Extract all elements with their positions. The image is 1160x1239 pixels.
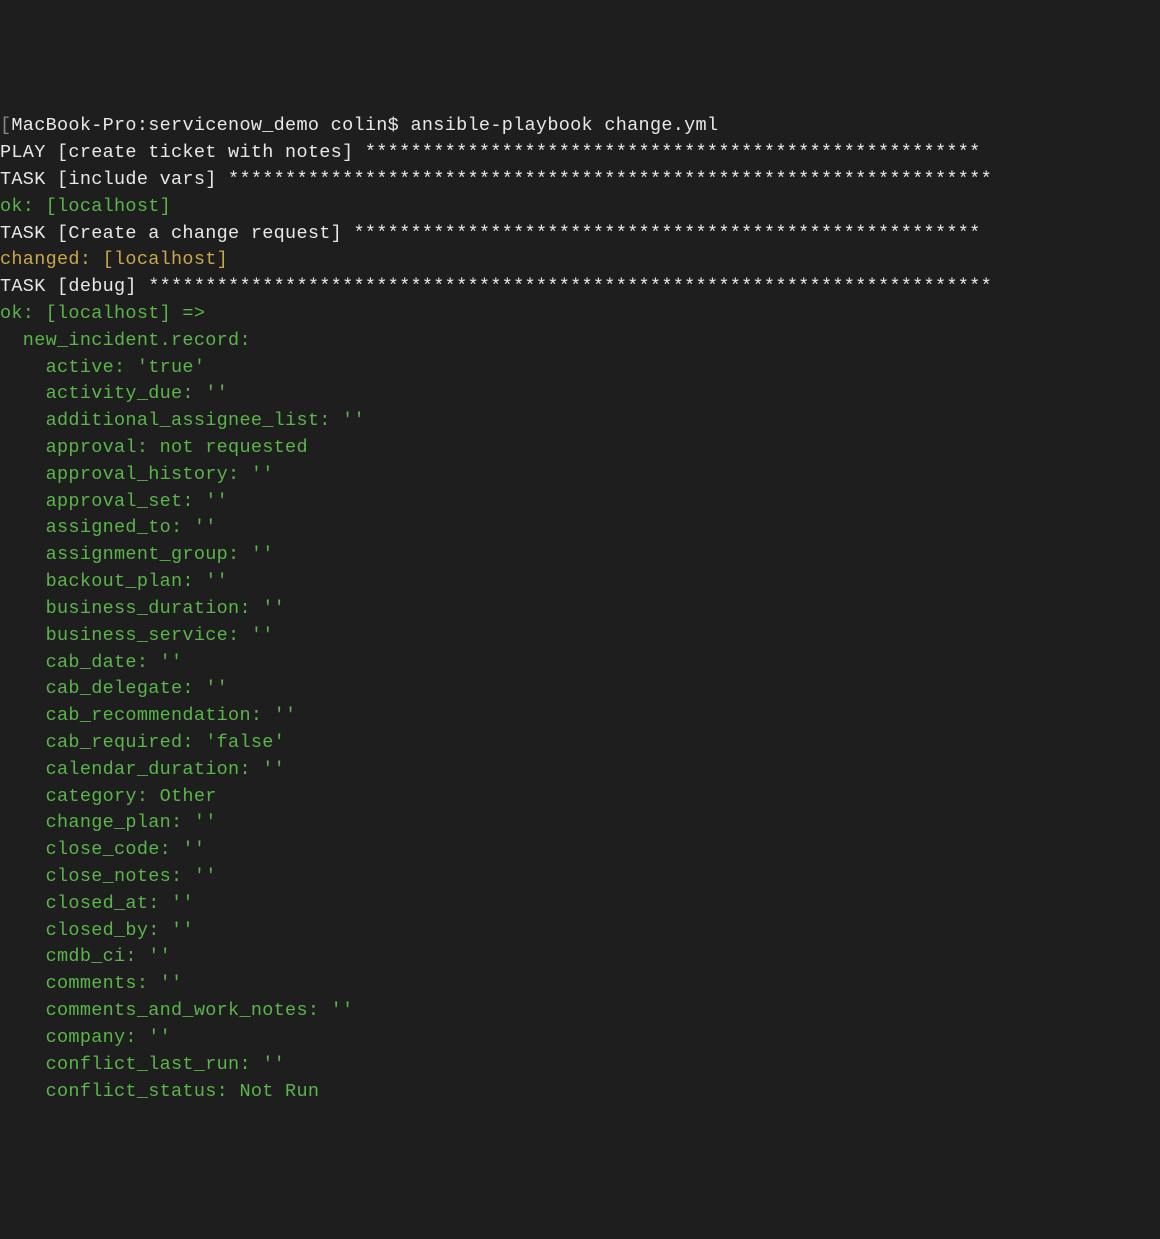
task-include-vars-header: TASK [include vars] ********************… [0, 167, 1160, 194]
record-field: cmdb_ci: '' [0, 944, 1160, 971]
terminal-output[interactable]: [MacBook-Pro:servicenow_demo colin$ ansi… [0, 113, 1160, 1105]
play-stars: ****************************************… [365, 142, 981, 163]
prompt-host: MacBook-Pro: [11, 115, 148, 136]
task-stars: ****************************************… [228, 169, 992, 190]
record-field: closed_at: '' [0, 891, 1160, 918]
prompt-bracket: [ [0, 115, 11, 136]
record-field: conflict_status: Not Run [0, 1079, 1160, 1106]
prompt-user: colin$ [331, 115, 411, 136]
record-field: additional_assignee_list: '' [0, 408, 1160, 435]
task-debug-header: TASK [debug] ***************************… [0, 274, 1160, 301]
record-field: assigned_to: '' [0, 515, 1160, 542]
record-field: active: 'true' [0, 355, 1160, 382]
record-header: new_incident.record: [0, 328, 1160, 355]
task-label: TASK [debug] [0, 276, 148, 297]
record-field: activity_due: '' [0, 381, 1160, 408]
record-field: business_duration: '' [0, 596, 1160, 623]
play-header: PLAY [create ticket with notes] ********… [0, 140, 1160, 167]
prompt-line: [MacBook-Pro:servicenow_demo colin$ ansi… [0, 113, 1160, 140]
record-field: cab_required: 'false' [0, 730, 1160, 757]
record-field: approval_history: '' [0, 462, 1160, 489]
record-field: calendar_duration: '' [0, 757, 1160, 784]
record-field: approval_set: '' [0, 489, 1160, 516]
task-label: TASK [Create a change request] [0, 223, 353, 244]
record-field: approval: not requested [0, 435, 1160, 462]
record-field: comments_and_work_notes: '' [0, 998, 1160, 1025]
record-field: backout_plan: '' [0, 569, 1160, 596]
record-field: comments: '' [0, 971, 1160, 998]
command-text: ansible-playbook change.yml [411, 115, 719, 136]
record-field: cab_date: '' [0, 650, 1160, 677]
task-label: TASK [include vars] [0, 169, 228, 190]
record-field: close_code: '' [0, 837, 1160, 864]
record-field: business_service: '' [0, 623, 1160, 650]
task-include-vars-status: ok: [localhost] [0, 194, 1160, 221]
record-field: assignment_group: '' [0, 542, 1160, 569]
record-field: cab_recommendation: '' [0, 703, 1160, 730]
record-field: closed_by: '' [0, 918, 1160, 945]
task-stars: ****************************************… [353, 223, 980, 244]
record-field: change_plan: '' [0, 810, 1160, 837]
record-field: category: Other [0, 784, 1160, 811]
play-label: PLAY [create ticket with notes] [0, 142, 365, 163]
record-field: company: '' [0, 1025, 1160, 1052]
record-field: close_notes: '' [0, 864, 1160, 891]
task-debug-status: ok: [localhost] => [0, 301, 1160, 328]
record-fields-container: active: 'true' activity_due: '' addition… [0, 355, 1160, 1106]
record-field: cab_delegate: '' [0, 676, 1160, 703]
task-stars: ****************************************… [148, 276, 992, 297]
task-create-change-status: changed: [localhost] [0, 247, 1160, 274]
record-field: conflict_last_run: '' [0, 1052, 1160, 1079]
prompt-dir: servicenow_demo [148, 115, 330, 136]
task-create-change-header: TASK [Create a change request] *********… [0, 221, 1160, 248]
